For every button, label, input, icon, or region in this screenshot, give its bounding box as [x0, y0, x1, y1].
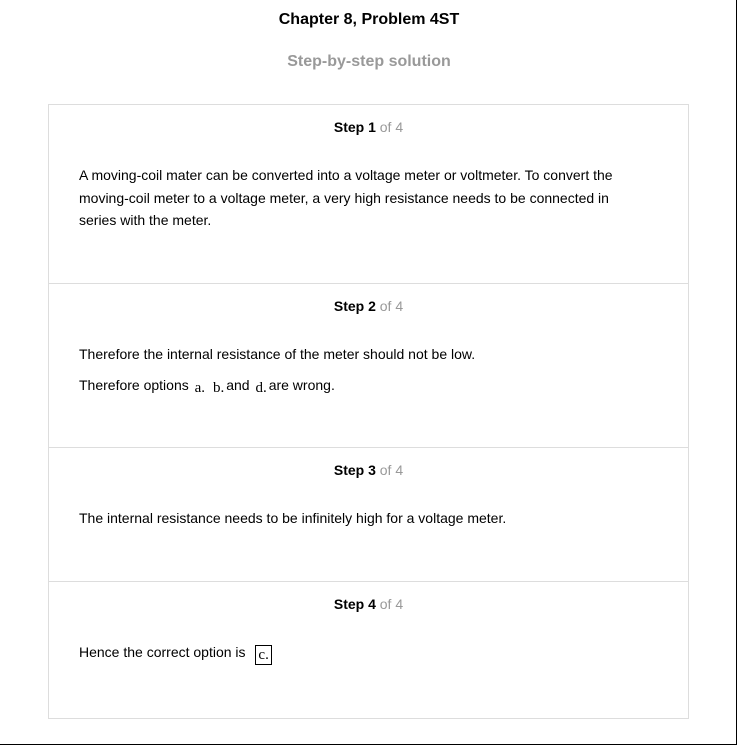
step-1: Step 1 of 4 A moving-coil mater can be c… — [49, 105, 688, 283]
option-b: b. — [212, 379, 225, 396]
step-header: Step 3 of 4 — [49, 462, 688, 478]
step-header: Step 1 of 4 — [49, 119, 688, 135]
step-2: Step 2 of 4 Therefore the internal resis… — [49, 283, 688, 447]
step-total: of 4 — [379, 298, 404, 314]
options-prefix: Therefore options — [79, 376, 189, 393]
page-title: Chapter 8, Problem 4ST — [278, 11, 460, 28]
step-line: Therefore options a. b. and d. are wrong. — [79, 374, 648, 398]
answer-box: c. — [255, 645, 272, 665]
step-header: Step 4 of 4 — [49, 596, 688, 612]
step-line: Therefore the internal resistance of the… — [79, 346, 476, 362]
step-text: A moving-coil mater can be converted int… — [79, 167, 613, 228]
step-text: The internal resistance needs to be infi… — [79, 510, 507, 526]
step-4: Step 4 of 4 Hence the correct option is … — [49, 581, 688, 718]
step-3: Step 3 of 4 The internal resistance need… — [49, 447, 688, 581]
step-total: of 4 — [379, 596, 404, 612]
step-text: Therefore the internal resistance of the… — [79, 343, 648, 405]
options-suffix: are wrong. — [268, 376, 335, 393]
and-text: and — [226, 376, 250, 393]
option-a: a. — [194, 379, 206, 396]
step-header: Step 2 of 4 — [49, 298, 688, 314]
answer-prefix: Hence the correct option is — [79, 644, 246, 660]
page-subtitle: Step-by-step solution — [287, 53, 451, 70]
option-d: d. — [255, 379, 267, 396]
step-total: of 4 — [379, 462, 404, 478]
step-text: Hence the correct option is c. — [79, 641, 648, 665]
step-number: Step 4 — [333, 596, 376, 612]
solution-steps: Step 1 of 4 A moving-coil mater can be c… — [48, 104, 689, 719]
step-number: Step 3 — [333, 462, 376, 478]
step-total: of 4 — [379, 119, 404, 135]
step-number: Step 1 — [333, 119, 376, 135]
step-number: Step 2 — [333, 298, 376, 314]
